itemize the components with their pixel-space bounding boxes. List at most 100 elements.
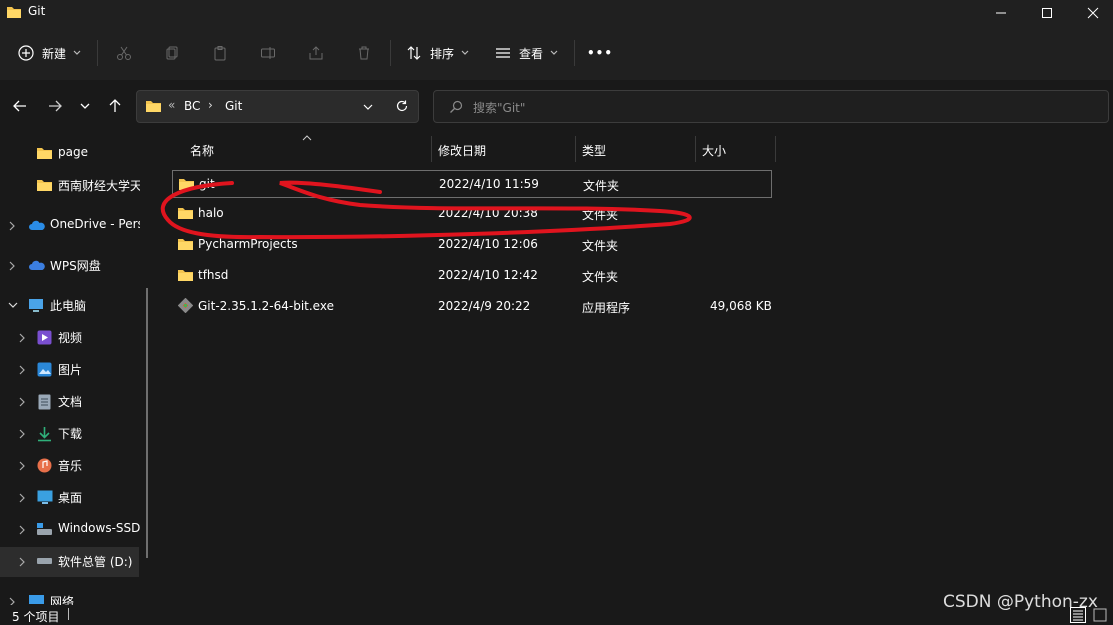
search-box[interactable] <box>433 90 1109 123</box>
file-type: 文件夹 <box>583 179 620 193</box>
breadcrumb-overflow[interactable]: « <box>168 98 175 112</box>
file-type: 文件夹 <box>582 239 619 253</box>
window-title: Git <box>28 4 46 18</box>
rename-icon <box>261 47 275 59</box>
document-icon <box>38 394 51 410</box>
toolbar-divider <box>97 40 98 66</box>
video-icon <box>37 330 52 345</box>
cut-button[interactable] <box>115 44 133 62</box>
view-list-icon <box>496 48 510 58</box>
search-input[interactable]: 搜索"Git" <box>473 99 525 116</box>
forward-button[interactable] <box>46 97 64 115</box>
table-row[interactable]: PycharmProjects 2022/4/10 12:06 文件夹 <box>172 231 772 259</box>
clipboard-icon <box>214 46 226 61</box>
table-row[interactable]: halo 2022/4/10 20:38 文件夹 <box>172 200 772 228</box>
download-icon <box>38 427 51 442</box>
search-icon <box>450 100 463 113</box>
column-header-size[interactable]: 大小 <box>702 142 726 168</box>
folder-icon <box>178 239 193 250</box>
sidebar-item-label: 软件总管 (D:) <box>58 555 133 569</box>
paste-button[interactable] <box>211 44 229 62</box>
delete-button[interactable] <box>355 44 373 62</box>
file-type: 文件夹 <box>582 208 619 222</box>
folder-icon <box>178 270 193 281</box>
sidebar-item-label: 图片 <box>58 363 83 377</box>
breadcrumb-git[interactable]: Git <box>225 99 242 113</box>
more-options-button[interactable]: ••• <box>587 40 612 66</box>
arrow-left-icon <box>13 100 26 112</box>
recent-locations-button[interactable] <box>76 97 94 115</box>
sidebar-item-label: 文档 <box>58 395 83 409</box>
address-bar[interactable] <box>136 90 419 123</box>
new-button[interactable]: 新建 <box>18 40 84 66</box>
toolbar-divider <box>574 40 575 66</box>
refresh-button[interactable] <box>395 99 409 116</box>
file-date: 2022/4/9 20:22 <box>438 299 531 313</box>
sidebar-item-swufe[interactable]: 西南财经大学天 <box>0 171 152 201</box>
column-header-name[interactable]: 名称 <box>190 142 214 168</box>
rename-button[interactable] <box>259 44 277 62</box>
minimize-icon <box>996 12 1006 14</box>
column-header-date[interactable]: 修改日期 <box>438 142 486 168</box>
sidebar-item-label: page <box>58 145 88 159</box>
sidebar-item-label: 西南财经大学天 <box>58 179 140 193</box>
up-button[interactable] <box>106 97 124 115</box>
chevron-down-icon <box>363 104 373 110</box>
sort-label: 排序 <box>430 46 455 61</box>
sidebar-scrollbar[interactable] <box>146 288 148 558</box>
sidebar-item-label: 桌面 <box>58 491 83 505</box>
share-icon <box>309 46 323 60</box>
sidebar-item-label: 此电脑 <box>50 299 87 313</box>
arrow-up-icon <box>109 99 121 112</box>
drive-icon <box>37 523 52 535</box>
column-divider[interactable] <box>575 136 576 162</box>
column-header-type[interactable]: 类型 <box>582 142 606 168</box>
column-divider[interactable] <box>431 136 432 162</box>
close-button[interactable] <box>1070 0 1113 26</box>
sidebar-item-videos[interactable]: 视频 <box>0 323 152 353</box>
view-button[interactable]: 查看 <box>495 40 561 66</box>
table-row[interactable]: tfhsd 2022/4/10 12:42 文件夹 <box>172 262 772 290</box>
share-button[interactable] <box>307 44 325 62</box>
sidebar-item-music[interactable]: 音乐 <box>0 451 152 481</box>
table-row[interactable]: Git-2.35.1.2-64-bit.exe 2022/4/9 20:22 应… <box>172 293 772 321</box>
file-name: git <box>199 177 215 191</box>
sidebar-item-pictures[interactable]: 图片 <box>0 355 152 385</box>
chevron-right-icon <box>19 429 25 439</box>
chevron-right-icon <box>9 261 15 271</box>
minimize-button[interactable] <box>978 0 1024 26</box>
folder-icon <box>146 101 161 112</box>
address-dropdown-button[interactable] <box>362 101 374 116</box>
sidebar-item-downloads[interactable]: 下载 <box>0 419 152 449</box>
chevron-down-icon <box>461 50 469 55</box>
desktop-icon <box>37 490 53 504</box>
sidebar-item-desktop[interactable]: 桌面 <box>0 483 152 513</box>
music-icon <box>37 458 52 473</box>
chevron-right-icon <box>19 525 25 535</box>
sidebar-item-network[interactable]: 网络 <box>0 587 152 605</box>
sidebar-item-onedrive[interactable]: OneDrive - Pers <box>0 211 152 241</box>
table-row[interactable]: git 2022/4/10 11:59 文件夹 <box>172 170 772 198</box>
refresh-icon <box>396 100 408 112</box>
chevron-right-icon <box>19 557 25 567</box>
scissors-icon <box>117 46 131 60</box>
chevron-right-icon <box>19 493 25 503</box>
arrow-right-icon <box>49 100 62 112</box>
sidebar-item-drive-d[interactable]: 软件总管 (D:) <box>0 547 139 577</box>
file-date: 2022/4/10 20:38 <box>438 206 538 220</box>
column-divider[interactable] <box>695 136 696 162</box>
maximize-button[interactable] <box>1024 0 1070 26</box>
breadcrumb-bc[interactable]: BC <box>184 99 200 113</box>
sidebar-item-page[interactable]: page <box>0 139 152 169</box>
copy-button[interactable] <box>163 44 181 62</box>
folder-icon <box>179 179 194 190</box>
column-divider[interactable] <box>775 136 776 162</box>
sidebar-item-windows-ssd[interactable]: Windows-SSD <box>0 515 152 545</box>
file-name: tfhsd <box>198 268 229 282</box>
sidebar-item-documents[interactable]: 文档 <box>0 387 152 417</box>
sort-button[interactable]: 排序 <box>406 40 472 66</box>
sidebar-item-wps[interactable]: WPS网盘 <box>0 251 152 281</box>
computer-icon <box>29 299 43 312</box>
sidebar-item-this-pc[interactable]: 此电脑 <box>0 291 152 321</box>
back-button[interactable] <box>11 97 29 115</box>
